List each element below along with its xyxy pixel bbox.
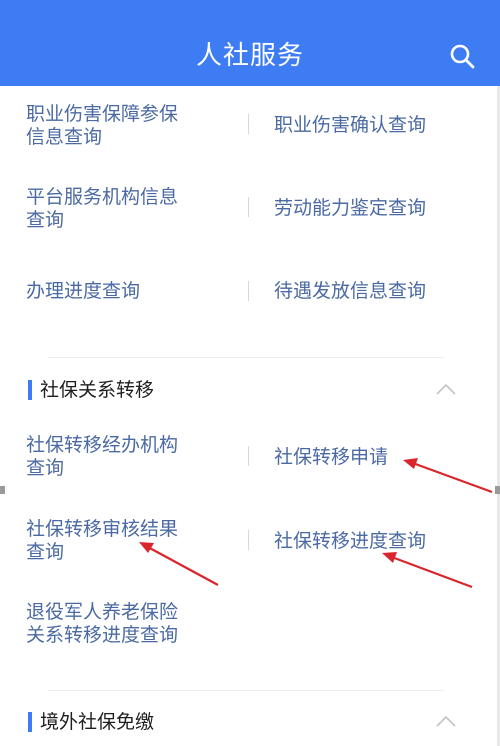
chevron-up-icon[interactable]	[434, 713, 458, 729]
menu-item-transfer-review-result-query[interactable]: 社保转移审核结果 查询	[26, 518, 226, 564]
menu-item-platform-service-agency-query[interactable]: 平台服务机构信息 查询	[26, 186, 226, 232]
search-icon[interactable]	[448, 42, 476, 70]
section-header-transfer[interactable]: 社保关系转移	[0, 375, 500, 405]
menu-item-label: 社保转移经办机构 查询	[26, 434, 179, 479]
menu-item-occupational-injury-confirmation-query[interactable]: 职业伤害确认查询	[274, 114, 484, 137]
menu-item-label: 办理进度查询	[26, 280, 141, 302]
section-header-overseas[interactable]: 境外社保免缴	[0, 707, 500, 737]
section-accent-bar	[28, 380, 32, 400]
menu-item-progress-query[interactable]: 办理进度查询	[26, 280, 226, 303]
menu-item-label: 职业伤害保障参保 信息查询	[26, 103, 179, 148]
menu-item-work-ability-appraisal-query[interactable]: 劳动能力鉴定查询	[274, 197, 484, 220]
menu-item-transfer-application[interactable]: 社保转移申请	[274, 446, 484, 469]
section-divider	[48, 357, 444, 358]
app-header: 人社服务	[0, 0, 500, 86]
menu-item-transfer-agency-query[interactable]: 社保转移经办机构 查询	[26, 434, 226, 480]
section-accent-bar	[28, 712, 32, 732]
edge-marker	[0, 486, 5, 494]
chevron-up-icon[interactable]	[434, 381, 458, 397]
menu-item-benefit-payment-query[interactable]: 待遇发放信息查询	[274, 280, 484, 303]
menu-item-label: 平台服务机构信息 查询	[26, 186, 179, 231]
menu-item-transfer-progress-query[interactable]: 社保转移进度查询	[274, 530, 484, 553]
section-divider	[48, 690, 444, 691]
menu-item-label: 社保转移进度查询	[274, 530, 427, 552]
annotation-arrow	[382, 552, 473, 589]
menu-item-occupational-injury-insurance-query[interactable]: 职业伤害保障参保 信息查询	[26, 103, 226, 149]
edge-marker	[495, 486, 500, 494]
section-title: 社保关系转移	[40, 379, 155, 401]
column-divider	[248, 530, 249, 550]
page-title: 人社服务	[195, 41, 304, 71]
column-divider	[248, 114, 249, 134]
menu-item-label: 社保转移审核结果 查询	[26, 518, 179, 563]
column-divider	[248, 446, 249, 466]
menu-item-label: 社保转移申请	[274, 446, 389, 468]
menu-item-label: 劳动能力鉴定查询	[274, 197, 427, 219]
section-title: 境外社保免缴	[40, 711, 155, 733]
menu-item-label: 职业伤害确认查询	[274, 114, 427, 136]
menu-item-label: 待遇发放信息查询	[274, 280, 427, 302]
menu-item-veteran-pension-transfer-progress-query[interactable]: 退役军人养老保险 关系转移进度查询	[26, 601, 246, 647]
column-divider	[248, 281, 249, 301]
menu-item-label: 退役军人养老保险 关系转移进度查询	[26, 601, 179, 646]
column-divider	[248, 197, 249, 217]
